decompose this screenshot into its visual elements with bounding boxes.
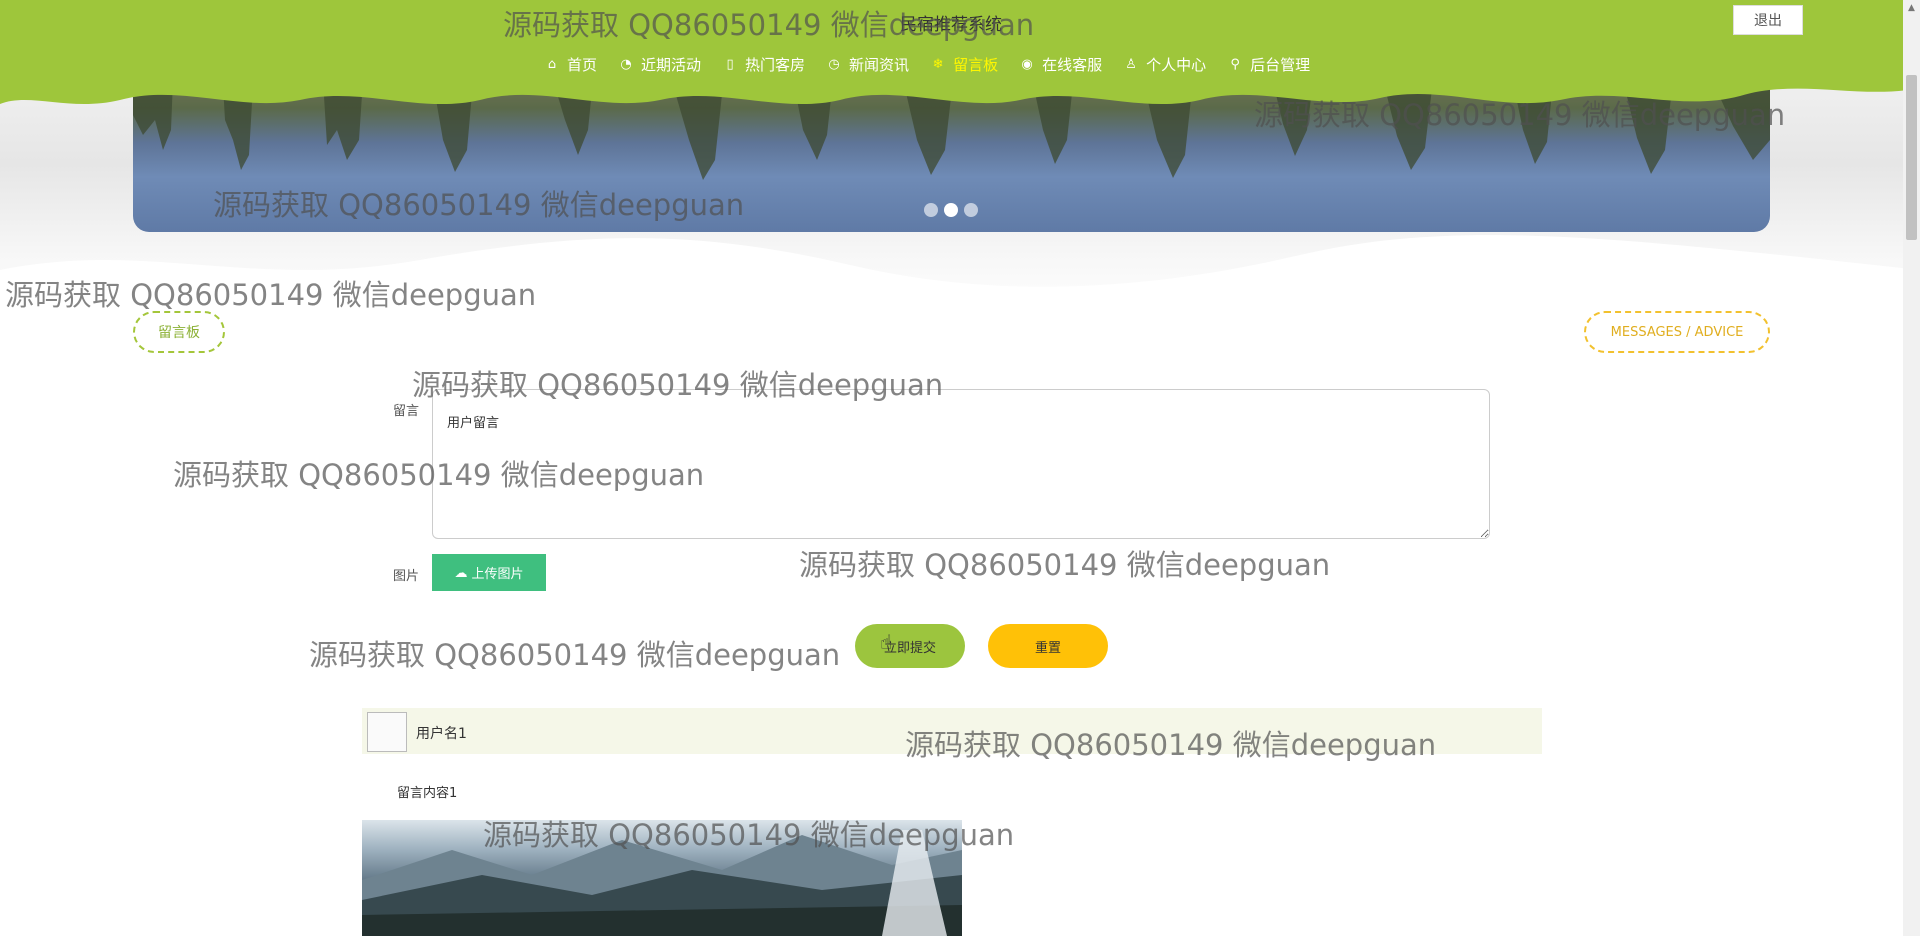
- reset-button[interactable]: 重置: [988, 624, 1108, 668]
- watermark-text: 源码获取 QQ86050149 微信deepguan: [309, 638, 841, 672]
- nav-label: 个人中心: [1146, 56, 1207, 74]
- nav-item-support[interactable]: ◉ 在线客服: [1020, 54, 1102, 75]
- cloud-upload-icon: ☁: [454, 564, 468, 580]
- nav-label: 热门客房: [745, 56, 806, 74]
- watermark-text: 源码获取 QQ86050149 微信deepguan: [799, 548, 1331, 582]
- nav-item-profile[interactable]: ♙ 个人中心: [1124, 54, 1206, 75]
- clock-icon: ◷: [828, 57, 840, 72]
- nav-item-rooms[interactable]: ▯ 热门客房: [723, 54, 805, 75]
- white-wave-decoration: [0, 235, 1920, 320]
- message-username: 用户名1: [416, 726, 467, 742]
- mountain-waterfall-image: [362, 830, 962, 936]
- carousel-dot[interactable]: [964, 203, 978, 217]
- bookmark-icon: ▯: [726, 57, 734, 72]
- nav-label: 首页: [567, 56, 598, 74]
- main-nav: ⌂ 首页 ◔ 近期活动 ▯ 热门客房 ◷ 新闻资讯 ❄ 留言板 ◉ 在线客服 ♙…: [545, 54, 1310, 75]
- message-textarea[interactable]: [432, 389, 1490, 539]
- upload-label: 上传图片: [471, 566, 524, 581]
- snowflake-icon: ❄: [932, 57, 944, 72]
- nav-item-message-board[interactable]: ❄ 留言板: [931, 54, 998, 75]
- message-image: [362, 820, 962, 936]
- top-header: 民宿推荐系统 退出 ⌂ 首页 ◔ 近期活动 ▯ 热门客房 ◷ 新闻资讯 ❄ 留言…: [0, 0, 1920, 118]
- scroll-up-icon[interactable]: ▲: [1903, 0, 1920, 17]
- page-scrollbar[interactable]: ▲: [1903, 0, 1920, 936]
- avatar: [367, 712, 407, 752]
- nav-label: 后台管理: [1250, 56, 1311, 74]
- user-icon: ♙: [1125, 57, 1137, 72]
- message-label: 留言: [393, 404, 420, 419]
- nav-item-home[interactable]: ⌂ 首页: [545, 54, 597, 75]
- gauge-icon: ◔: [620, 57, 632, 72]
- carousel-dots: [924, 203, 978, 217]
- link-icon: ⚲: [1230, 57, 1240, 72]
- carousel-dot-active[interactable]: [944, 203, 958, 217]
- nav-item-news[interactable]: ◷ 新闻资讯: [827, 54, 909, 75]
- image-label: 图片: [393, 569, 420, 584]
- hand-cursor-icon: ☝: [880, 630, 893, 654]
- submit-button[interactable]: 立即提交: [855, 624, 965, 668]
- site-title: 民宿推荐系统: [900, 15, 1002, 35]
- section-subtitle-badge: MESSAGES / ADVICE: [1584, 311, 1770, 353]
- home-icon: ⌂: [547, 57, 557, 72]
- compass-icon: ◉: [1021, 57, 1033, 72]
- upload-image-button[interactable]: ☁ 上传图片: [432, 554, 546, 591]
- section-title-badge: 留言板: [133, 311, 225, 353]
- logout-button[interactable]: 退出: [1733, 5, 1803, 35]
- nav-item-activities[interactable]: ◔ 近期活动: [619, 54, 701, 75]
- nav-label: 新闻资讯: [849, 56, 910, 74]
- carousel-dot[interactable]: [924, 203, 938, 217]
- nav-item-admin[interactable]: ⚲ 后台管理: [1228, 54, 1310, 75]
- nav-label: 留言板: [953, 56, 999, 74]
- nav-label: 近期活动: [641, 56, 702, 74]
- message-content: 留言内容1: [397, 786, 458, 801]
- nav-label: 在线客服: [1042, 56, 1103, 74]
- message-item: 用户名1: [362, 708, 1542, 754]
- scroll-thumb[interactable]: [1906, 75, 1917, 240]
